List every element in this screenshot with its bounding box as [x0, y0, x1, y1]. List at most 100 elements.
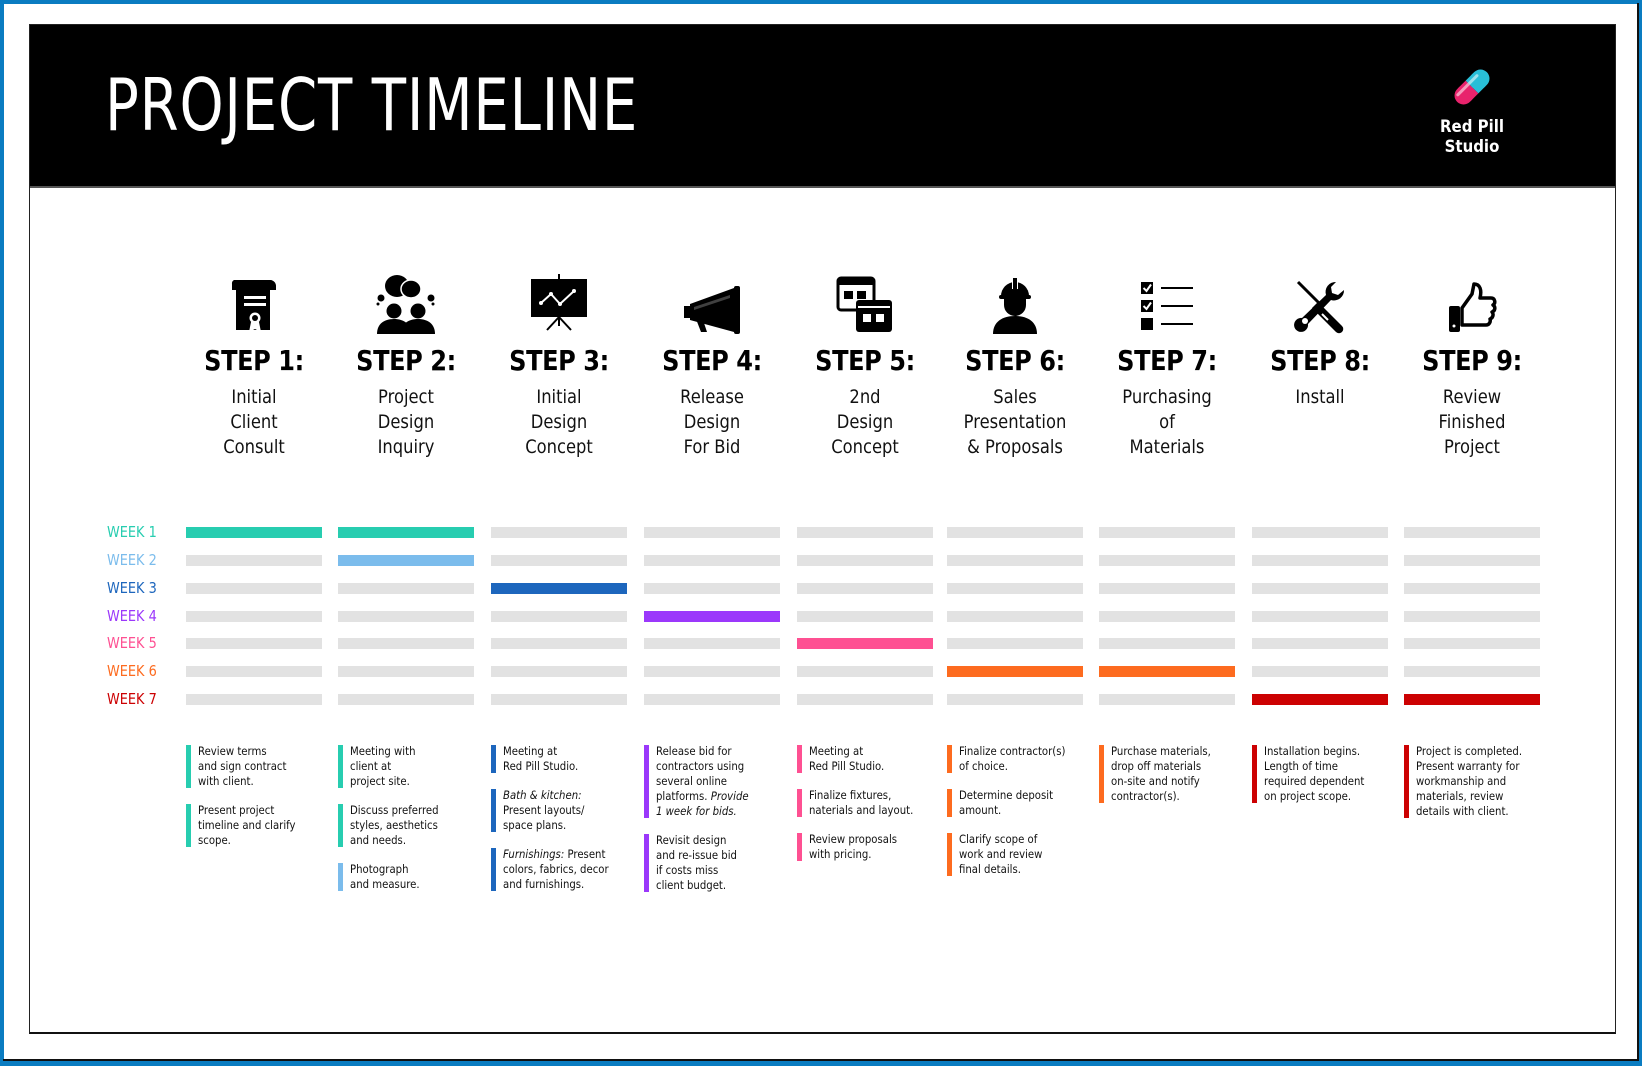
note-text: Release bid for contractors using several …	[656, 744, 749, 818]
note-item: Review terms and sign contract with clien…	[186, 744, 336, 789]
empty-bar-step3-week6	[491, 666, 627, 677]
empty-bar-step6-week5	[947, 638, 1083, 649]
notes-step-8: Installation begins. Length of time requir…	[1252, 744, 1402, 818]
note-item: Bath & kitchen: Present layouts/space pla…	[491, 788, 641, 833]
note-item: Furnishings: Present colors, fabrics, dec…	[491, 847, 641, 892]
empty-bar-step8-week1	[1252, 527, 1388, 538]
step-name: Sales Presentation & Proposals	[963, 386, 1067, 458]
empty-bar-step9-week3	[1404, 583, 1540, 594]
note-accent-bar	[338, 863, 343, 891]
week-label-2: WEEK 2	[107, 551, 157, 569]
note-text: Present project timeline and clarify scope…	[198, 803, 296, 847]
step-name: Purchasing of Materials	[1122, 386, 1212, 458]
empty-bar-step9-week4	[1404, 611, 1540, 622]
layout-windows-icon	[790, 268, 940, 334]
empty-bar-step1-week7	[186, 694, 322, 705]
empty-bar-step5-week6	[797, 666, 933, 677]
step-5: STEP 5: 2nd Design Concept	[790, 268, 940, 460]
note-text: Photograph and measure.	[350, 862, 420, 891]
note-text: Meeting at Red Pill Studio.	[809, 744, 885, 773]
step-6: STEP 6: Sales Presentation & Proposals	[940, 268, 1090, 460]
empty-bar-step5-week7	[797, 694, 933, 705]
note-text: Finalize fixtures, naterials and layout.	[809, 788, 914, 817]
note-item: Meeting at Red Pill Studio.	[491, 744, 641, 774]
step-4: STEP 4: Release Design For Bid	[637, 268, 787, 460]
step-name: Review Finished Project	[1438, 386, 1506, 458]
empty-bar-step3-week5	[491, 638, 627, 649]
notes-step-6: Finalize contractor(s) of choice. Determin…	[947, 744, 1097, 891]
empty-bar-step4-week7	[644, 694, 780, 705]
week-label-3: WEEK 3	[107, 579, 157, 597]
week-label-4: WEEK 4	[107, 607, 157, 625]
note-item: Finalize fixtures, naterials and layout.	[797, 788, 947, 818]
step-label: STEP 6:	[965, 344, 1065, 377]
notes-step-9: Project is completed. Present warranty fo…	[1404, 744, 1554, 833]
empty-bar-step4-week2	[644, 555, 780, 566]
step-label: STEP 5:	[815, 344, 915, 377]
step-name: Initial Client Consult	[223, 386, 285, 458]
note-item: Meeting at Red Pill Studio.	[797, 744, 947, 774]
note-item: Present project timeline and clarify scope…	[186, 803, 336, 848]
empty-bar-step2-week6	[338, 666, 474, 677]
empty-bar-step3-week4	[491, 611, 627, 622]
step-name: Project Design Inquiry	[377, 386, 435, 458]
empty-bar-step2-week5	[338, 638, 474, 649]
note-accent-bar	[491, 848, 496, 891]
note-accent-bar	[797, 833, 802, 861]
empty-bar-step1-week2	[186, 555, 322, 566]
note-accent-bar	[1099, 745, 1104, 803]
active-bar-step7-week6	[1099, 666, 1235, 677]
notes-step-3: Meeting at Red Pill Studio. Bath & kitchen…	[491, 744, 641, 906]
note-accent-bar	[947, 789, 952, 817]
empty-bar-step7-week7	[1099, 694, 1235, 705]
empty-bar-step1-week3	[186, 583, 322, 594]
note-text: Furnishings: Present colors, fabrics, dec…	[503, 847, 609, 891]
step-name: Initial Design Concept	[525, 386, 593, 458]
note-text: Discuss preferred styles, aesthetics and n…	[350, 803, 439, 847]
note-accent-bar	[797, 789, 802, 817]
note-accent-bar	[1404, 745, 1409, 818]
week-label-6: WEEK 6	[107, 662, 157, 680]
empty-bar-step5-week3	[797, 583, 933, 594]
presentation-board-icon	[484, 268, 634, 334]
note-item: Installation begins. Length of time requir…	[1252, 744, 1402, 804]
pill-capsule-icon	[1454, 69, 1490, 105]
empty-bar-step7-week3	[1099, 583, 1235, 594]
note-item: Finalize contractor(s) of choice.	[947, 744, 1097, 774]
step-label: STEP 7:	[1117, 344, 1217, 377]
empty-bar-step6-week3	[947, 583, 1083, 594]
empty-bar-step4-week6	[644, 666, 780, 677]
notes-step-7: Purchase materials, drop off materials on-…	[1099, 744, 1249, 818]
step-name: Install	[1295, 386, 1345, 408]
step-label: STEP 3:	[509, 344, 609, 377]
empty-bar-step1-week6	[186, 666, 322, 677]
note-item: Meeting with client at project site.	[338, 744, 488, 789]
note-item: Discuss preferred styles, aesthetics and n…	[338, 803, 488, 848]
note-text: Finalize contractor(s) of choice.	[959, 744, 1066, 773]
note-text: Installation begins. Length of time requir…	[1264, 744, 1365, 803]
step-3: STEP 3: Initial Design Concept	[484, 268, 634, 460]
active-bar-step2-week2	[338, 555, 474, 566]
note-item: Project is completed. Present warranty fo…	[1404, 744, 1554, 819]
note-accent-bar	[186, 804, 191, 847]
note-accent-bar	[491, 789, 496, 832]
note-text: Meeting with client at project site.	[350, 744, 416, 788]
empty-bar-step3-week1	[491, 527, 627, 538]
notes-step-4: Release bid for contractors using several …	[644, 744, 794, 907]
note-text: Review proposals with pricing.	[809, 832, 898, 861]
empty-bar-step7-week1	[1099, 527, 1235, 538]
active-bar-step6-week6	[947, 666, 1083, 677]
step-label: STEP 9:	[1422, 344, 1522, 377]
notes-step-5: Meeting at Red Pill Studio. Finalize fixtu…	[797, 744, 947, 876]
note-item: Purchase materials, drop off materials on-…	[1099, 744, 1249, 804]
checklist-icon	[1092, 268, 1242, 334]
empty-bar-step9-week6	[1404, 666, 1540, 677]
note-accent-bar	[797, 745, 802, 773]
step-1: STEP 1: Initial Client Consult	[179, 268, 329, 460]
empty-bar-step5-week2	[797, 555, 933, 566]
brand-name: Red Pill Studio	[1440, 117, 1504, 157]
empty-bar-step1-week4	[186, 611, 322, 622]
empty-bar-step6-week7	[947, 694, 1083, 705]
empty-bar-step8-week5	[1252, 638, 1388, 649]
empty-bar-step9-week1	[1404, 527, 1540, 538]
